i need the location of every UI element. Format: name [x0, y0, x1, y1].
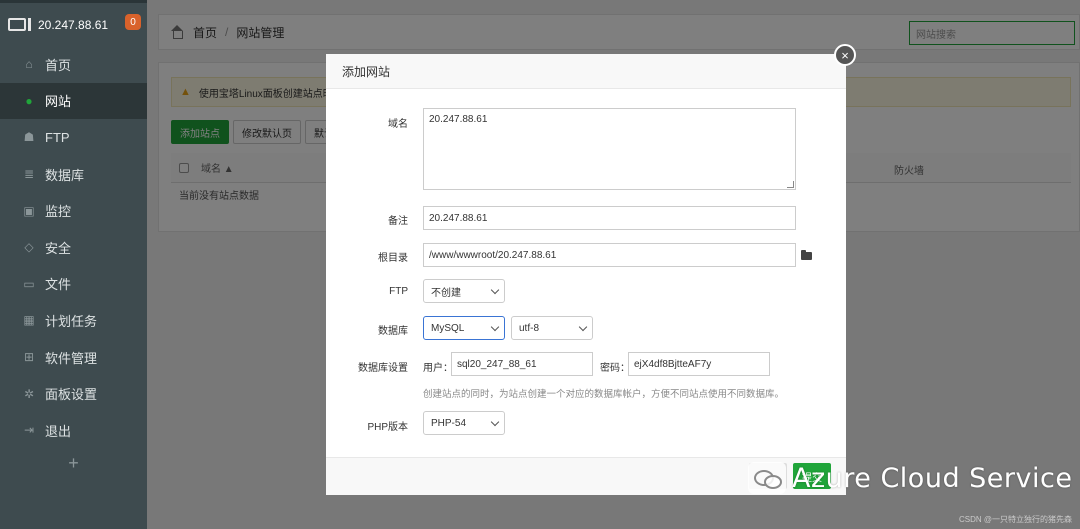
add-site-dialog: 添加网站 域名 20.247.88.61 备注 20.247.88.61 根目录…: [326, 54, 846, 495]
db-user-input[interactable]: sql20_247_88_61: [451, 352, 593, 376]
sidebar-item-cron[interactable]: ▦ 计划任务: [0, 302, 147, 339]
charset-select[interactable]: utf-8: [511, 316, 593, 340]
domain-label: 域名: [388, 119, 408, 130]
sidebar-item-settings[interactable]: ✲ 面板设置: [0, 375, 147, 412]
globe-icon: ●: [25, 93, 33, 108]
gear-icon: ✲: [23, 386, 35, 401]
ftp-icon: ☗: [23, 130, 35, 145]
remark-input[interactable]: 20.247.88.61: [423, 206, 796, 230]
root-dir-input[interactable]: /www/wwwroot/20.247.88.61: [423, 243, 796, 267]
sidebar-item-website[interactable]: ● 网站: [0, 82, 147, 120]
db-settings-label: 数据库设置: [358, 363, 408, 374]
home-icon: ⌂: [25, 57, 33, 72]
charset-select-value: utf-8: [519, 322, 540, 334]
sidebar-add-button[interactable]: +: [0, 453, 147, 474]
db-user-label: 用户：: [423, 363, 453, 374]
domain-textarea[interactable]: 20.247.88.61: [423, 108, 796, 190]
ftp-select[interactable]: 不创建: [423, 279, 505, 303]
php-version-label: PHP版本: [367, 422, 408, 433]
chevron-down-icon: [578, 322, 588, 332]
sidebar-item-software[interactable]: ⊞ 软件管理: [0, 339, 147, 376]
php-version-value: PHP-54: [431, 417, 467, 429]
database-select-value: MySQL: [431, 322, 465, 334]
dialog-close-button[interactable]: ×: [834, 44, 856, 66]
db-password-input[interactable]: ejX4df8BjtteAF7y: [628, 352, 770, 376]
sidebar-item-label: 监控: [45, 204, 72, 220]
server-ip: 20.247.88.61: [38, 17, 109, 32]
db-password-label: 密码：: [600, 363, 630, 374]
server-monitor-icon: [8, 18, 31, 31]
sidebar-item-label: 首页: [45, 57, 72, 73]
sidebar-item-files[interactable]: ▭ 文件: [0, 266, 147, 303]
ftp-select-value: 不创建: [431, 287, 461, 299]
wechat-logo-icon: [748, 462, 786, 494]
sidebar-item-label: 计划任务: [45, 313, 98, 329]
sidebar-item-monitor[interactable]: ▣ 监控: [0, 192, 147, 229]
shield-icon: ◇: [24, 240, 34, 255]
folder-open-icon[interactable]: [801, 250, 812, 260]
sidebar-item-label: 退出: [45, 423, 72, 439]
monitor-icon: ▣: [23, 203, 35, 218]
dialog-title: 添加网站: [326, 54, 846, 89]
db-hint-text: 创建站点的同时，为站点创建一个对应的数据库帐户，方便不同站点使用不同数据库。: [423, 389, 785, 400]
sidebar: 20.247.88.61 0 ⌂ 首页 ● 网站 ☗ FTP ≣ 数据库 ▣ 监控 ◇ 安全…: [0, 0, 147, 529]
resize-grip-icon[interactable]: [787, 181, 794, 188]
sidebar-item-label: 软件管理: [45, 350, 98, 366]
notification-badge[interactable]: 0: [125, 14, 141, 30]
chevron-down-icon: [490, 417, 500, 427]
root-dir-label: 根目录: [378, 253, 408, 264]
sidebar-item-label: 安全: [45, 240, 72, 256]
database-select[interactable]: MySQL: [423, 316, 505, 340]
database-label: 数据库: [378, 326, 408, 337]
calendar-icon: ▦: [23, 313, 35, 328]
database-icon: ≣: [23, 167, 35, 182]
grid-icon: ⊞: [23, 350, 35, 365]
server-header[interactable]: 20.247.88.61 0: [0, 0, 147, 46]
watermark-text: Azure Cloud Service: [792, 462, 1073, 494]
php-version-select[interactable]: PHP-54: [423, 411, 505, 435]
chevron-down-icon: [490, 285, 500, 295]
logout-icon: ⇥: [23, 423, 35, 438]
sidebar-item-ftp[interactable]: ☗ FTP: [0, 119, 147, 156]
folder-icon: ▭: [23, 276, 35, 291]
sidebar-item-label: 面板设置: [45, 387, 98, 403]
sidebar-item-security[interactable]: ◇ 安全: [0, 229, 147, 266]
sidebar-item-database[interactable]: ≣ 数据库: [0, 156, 147, 193]
domain-value: 20.247.88.61: [429, 114, 488, 125]
sidebar-item-label: FTP: [45, 129, 70, 145]
sidebar-item-label: 数据库: [45, 167, 85, 183]
chevron-down-icon: [490, 322, 500, 332]
remark-label: 备注: [388, 216, 408, 227]
sidebar-item-home[interactable]: ⌂ 首页: [0, 46, 147, 83]
csdn-credit: CSDN @一只特立独行的猪先森: [958, 515, 1072, 524]
ftp-label: FTP: [389, 286, 408, 297]
watermark: Azure Cloud Service: [748, 462, 1072, 494]
sidebar-item-label: 文件: [45, 277, 72, 293]
sidebar-item-label: 网站: [45, 94, 72, 110]
sidebar-item-logout[interactable]: ⇥ 退出: [0, 412, 147, 449]
